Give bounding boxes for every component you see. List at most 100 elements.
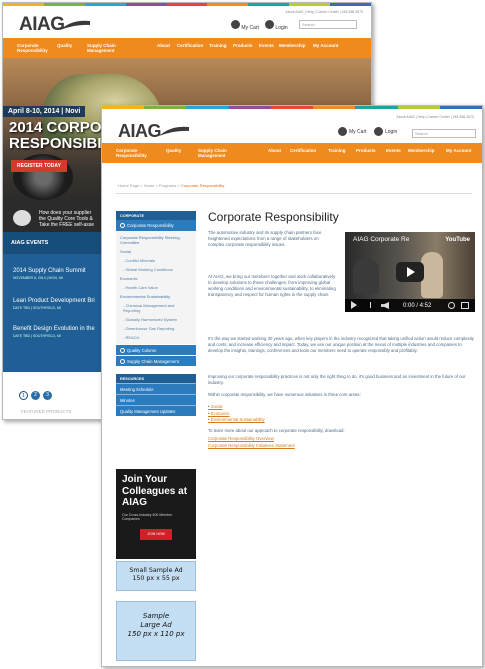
front-page-screenshot: AIAG About AIAG | Help | Career Center |… (101, 105, 483, 667)
nav-item[interactable]: My Account (446, 148, 471, 153)
search-input[interactable]: Search (299, 20, 357, 29)
pager-dot[interactable]: 3 (43, 391, 52, 400)
pager-dot[interactable]: 1 (19, 391, 28, 400)
video-title: AIAG Corporate Re (353, 236, 410, 243)
sidebar-item[interactable]: Social (116, 247, 196, 256)
pager-dot[interactable]: 2 (31, 391, 40, 400)
divider (116, 193, 472, 194)
main-content: Corporate Responsibility The automotive … (208, 210, 476, 448)
header: AIAG About AIAG | Help | Career Center |… (102, 109, 482, 143)
my-cart-link[interactable]: My Cart (231, 20, 259, 31)
nav-item[interactable]: Training (209, 43, 227, 48)
sidebar-item[interactable]: Environmental Sustainability (116, 292, 196, 301)
resource-link[interactable]: Minutes (116, 394, 196, 405)
sidebar-item[interactable]: - Globally Harmonized System (116, 315, 196, 324)
join-title: Join Your Colleagues at AIAG (122, 474, 188, 508)
nav-item[interactable]: Corporate Responsibility (17, 43, 48, 53)
main-nav: Corporate Responsibility Quality Supply … (102, 143, 482, 163)
settings-icon[interactable] (448, 302, 455, 309)
aiag-logo[interactable]: AIAG (19, 14, 65, 36)
sidebar-header: CORPORATE (116, 211, 196, 220)
nav-item[interactable]: Training (328, 148, 346, 153)
large-sample-ad[interactable]: Sample Large Ad 150 px x 110 px (116, 601, 196, 661)
video-time: 0:00 / 4:52 (403, 303, 432, 309)
featured-products-heading: FEATURED PRODUCTS (21, 409, 72, 414)
link-environmental[interactable]: Environmental Sustainability (208, 417, 265, 424)
join-subtext: Our Cross-Industry 600 Member Companies (122, 512, 173, 522)
page-title: Corporate Responsibility (208, 210, 339, 224)
sidebar-item[interactable]: - Chemical Management and Reporting (116, 301, 196, 315)
sidebar-list: Corporate Responsibility Steering Commit… (116, 231, 196, 344)
sidebar-item-quality-column[interactable]: Quality Column (116, 344, 196, 355)
nav-item[interactable]: Quality (166, 148, 181, 153)
nav-item[interactable]: Supply Chain Management (198, 148, 234, 158)
circle-icon (120, 358, 125, 364)
sidebar-item[interactable]: - REACH (116, 333, 196, 342)
user-icon (374, 127, 383, 136)
sidebar-item[interactable]: - Health Care Value (116, 283, 196, 292)
join-promo[interactable]: Join Your Colleagues at AIAG Our Cross-I… (116, 469, 196, 559)
nav-item[interactable]: My Account (313, 43, 338, 48)
paragraph: To learn more about our approach to corp… (208, 428, 345, 433)
nav-item[interactable]: Supply Chain Management (87, 43, 123, 53)
utility-links[interactable]: About AIAG | Help | Career Center | 248.… (396, 115, 474, 119)
nav-item[interactable]: About (157, 43, 170, 48)
resource-link[interactable]: Quality Management Updates (116, 405, 196, 416)
person-figure (421, 252, 443, 298)
circle-icon (120, 223, 125, 228)
sidebar-item-corporate-responsibility[interactable]: Corporate Responsibility (116, 220, 196, 231)
my-cart-link[interactable]: My Cart (338, 127, 367, 136)
event-item[interactable]: Benefit Design Evolution in the DATE TBD… (13, 326, 95, 340)
sidebar-item-supply-chain[interactable]: Supply Chain Management (116, 355, 196, 366)
downloads-list: Corporate Responsibility Overview Corpor… (208, 436, 295, 449)
nav-item[interactable]: Corporate Responsibility (116, 148, 148, 158)
fullscreen-icon[interactable] (461, 302, 469, 309)
user-icon (265, 20, 274, 29)
play-icon[interactable] (351, 301, 357, 309)
nav-item[interactable]: Products (356, 148, 376, 153)
circle-icon (120, 347, 125, 353)
tools-icon (13, 210, 31, 226)
nav-item[interactable]: About (268, 148, 281, 153)
nav-item[interactable]: Quality (57, 43, 72, 48)
resources-header: RESOURCES (116, 374, 196, 383)
logo-swoosh-icon (60, 20, 90, 30)
small-sample-ad[interactable]: Small Sample Ad 150 px x 55 px (116, 561, 196, 591)
next-icon[interactable] (365, 302, 371, 308)
volume-icon[interactable] (381, 302, 389, 309)
login-link[interactable]: Login (265, 20, 288, 31)
resource-link[interactable]: Meeting Schedule (116, 383, 196, 394)
sidebar-item[interactable]: Corporate Responsibility Steering Commit… (116, 233, 196, 247)
sidebar-item[interactable]: - Global Working Conditions (116, 265, 196, 274)
utility-links[interactable]: About AIAG | Help | Career Center | 248.… (285, 10, 363, 14)
join-now-button[interactable]: JOIN NOW (140, 528, 172, 540)
header: AIAG About AIAG | Help | Career Center |… (3, 6, 371, 38)
sidebar: CORPORATE Corporate Responsibility Corpo… (116, 211, 196, 416)
register-button[interactable]: REGISTER TODAY (11, 160, 67, 172)
feature-text: How does your supplier the Quality Core … (39, 210, 95, 228)
nav-item[interactable]: Events (259, 43, 274, 48)
sidebar-item[interactable]: - Conflict Minerals (116, 256, 196, 265)
person-figure (353, 258, 379, 294)
search-input[interactable]: Search (412, 129, 476, 138)
play-button-icon[interactable] (396, 262, 424, 282)
video-controls: 0:00 / 4:52 (345, 299, 475, 312)
download-link[interactable]: Corporate Responsibility Initiatives Sta… (208, 443, 295, 450)
core-areas-list: Social Economic Environmental Sustainabi… (208, 404, 265, 424)
aiag-logo[interactable]: AIAG (118, 121, 162, 142)
nav-item[interactable]: Membership (408, 148, 435, 153)
nav-item[interactable]: Events (386, 148, 401, 153)
sidebar-item[interactable]: Economic (116, 274, 196, 283)
nav-item[interactable]: Certification (177, 43, 203, 48)
nav-item[interactable]: Products (233, 43, 253, 48)
event-item[interactable]: 2014 Supply Chain Summit NOVEMBER 6, 201… (13, 268, 86, 282)
video-player[interactable]: AIAG Corporate Re YouTube 0:00 / 4:52 (345, 232, 475, 312)
event-item[interactable]: Lean Product Development Bri DATE TBD | … (13, 298, 95, 312)
sidebar-item[interactable]: - Greenhouse Gas Reporting (116, 324, 196, 333)
breadcrumb: Home Page > Home > Programs > Corporate … (118, 183, 225, 188)
logo-swoosh-icon (159, 126, 189, 136)
nav-item[interactable]: Membership (279, 43, 306, 48)
nav-item[interactable]: Certification (290, 148, 316, 153)
intro-paragraph-2: At AIAG, we bring our members together a… (208, 274, 336, 297)
login-link[interactable]: Login (374, 127, 397, 136)
